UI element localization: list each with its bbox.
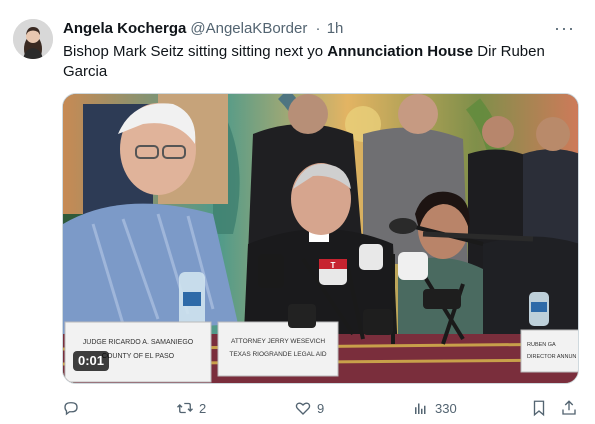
placard-right-line2: DIRECTOR ANNUN: [527, 354, 576, 360]
placard-middle-line1: ATTORNEY JERRY WESEVICH: [231, 338, 325, 345]
author-avatar[interactable]: [13, 19, 53, 59]
reply-button[interactable]: [62, 396, 85, 420]
tweet-card[interactable]: Angela Kocherga @AngelaKBorder · 1h ··· B…: [0, 0, 595, 424]
placard-left-line1: JUDGE RICARDO A. SAMANIEGO: [83, 339, 194, 346]
retweet-icon: [177, 402, 193, 414]
like-count: 9: [317, 400, 325, 416]
retweet-count: 2: [199, 400, 207, 416]
author-name[interactable]: Angela Kocherga: [63, 20, 186, 37]
views-count: 330: [435, 400, 457, 416]
share-button[interactable]: [560, 396, 578, 420]
share-icon: [562, 400, 576, 415]
mic-logo: T: [331, 261, 336, 270]
bookmark-button[interactable]: [530, 396, 548, 420]
bookmark-icon: [533, 400, 545, 417]
tweet-time[interactable]: 1h: [327, 20, 344, 37]
placard-middle: ATTORNEY JERRY WESEVICH TEXAS RIOGRANDE …: [217, 321, 339, 377]
placard-right: RUBEN GA DIRECTOR ANNUN: [520, 329, 578, 373]
heart-icon: [295, 402, 311, 415]
views-button[interactable]: 330: [412, 396, 457, 420]
video-frame: JUDGE RICARDO A. SAMANIEGO COUNTY OF EL …: [63, 94, 578, 383]
time-separator: ·: [315, 20, 321, 37]
placard-right-line1: RUBEN GA: [527, 342, 556, 348]
placard-left-line2: COUNTY OF EL PASO: [102, 353, 175, 360]
retweet-button[interactable]: 2: [176, 396, 206, 420]
like-button[interactable]: 9: [294, 396, 324, 420]
author-handle[interactable]: @AngelaKBorder: [190, 20, 307, 37]
tweet-video[interactable]: JUDGE RICARDO A. SAMANIEGO COUNTY OF EL …: [62, 93, 579, 384]
reply-icon: [64, 402, 78, 416]
views-icon: [415, 403, 426, 414]
more-options-icon[interactable]: ···: [554, 18, 575, 39]
tweet-text: Bishop Mark Seitz sitting sitting next y…: [63, 42, 568, 82]
placard-middle-line2: TEXAS RIOGRANDE LEGAL AID: [229, 351, 327, 358]
video-timer: 0:01: [73, 351, 110, 371]
tweet-header: Angela Kocherga @AngelaKBorder · 1h: [63, 19, 575, 39]
tweet-actions: 2 9 330: [62, 396, 580, 420]
tweet-text-part1: Bishop Mark Seitz sitting sitting next y…: [63, 43, 328, 60]
tweet-text-bold: Annunciation House: [327, 43, 474, 60]
